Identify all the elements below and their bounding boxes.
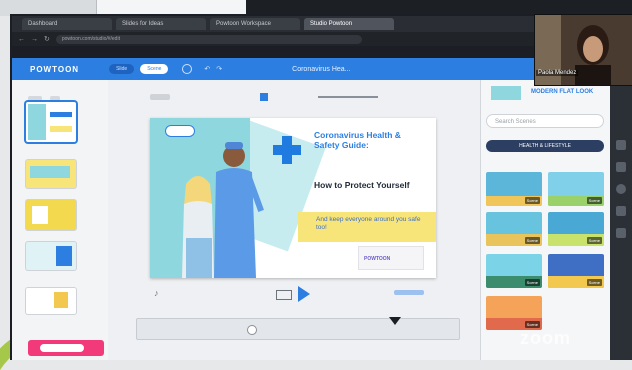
- browser-tab-active[interactable]: Studio Powtoon: [304, 18, 394, 30]
- url-field[interactable]: powtoon.com/studio/#/edit: [55, 34, 362, 44]
- scene-thumbnail[interactable]: Scene: [548, 254, 604, 288]
- participant-name: Paola Mendez: [536, 70, 579, 76]
- media-icon[interactable]: [616, 228, 626, 238]
- slide-thumbnail[interactable]: [26, 242, 76, 270]
- browser-address-bar: ← → ↻ powtoon.com/studio/#/edit: [12, 32, 547, 46]
- doctor-character-illustration: [182, 142, 264, 278]
- undo-icon[interactable]: ↶: [204, 65, 210, 73]
- timeline-handle[interactable]: [247, 325, 257, 335]
- scene-tag: Scene: [524, 197, 540, 204]
- scene-thumbnail[interactable]: Scene: [486, 296, 542, 330]
- scene-tag: Scene: [524, 279, 540, 286]
- zoom-slider[interactable]: [318, 96, 378, 98]
- timeline-track[interactable]: [136, 317, 460, 340]
- volume-icon[interactable]: ♪: [154, 288, 159, 298]
- scenes-icon[interactable]: [616, 140, 626, 150]
- browser-tab-strip: Dashboard Slides for Ideas Powtoon Works…: [12, 16, 552, 32]
- slide-subtitle[interactable]: How to Protect Yourself: [314, 180, 424, 190]
- browser-tab[interactable]: Slides for Ideas: [116, 18, 206, 30]
- add-slide-button[interactable]: [28, 340, 104, 356]
- browser-tab[interactable]: Dashboard: [22, 18, 112, 30]
- playback-controls: ♪: [150, 282, 450, 308]
- scene-search-input[interactable]: Search Scenes: [486, 114, 604, 128]
- mode-scene-button[interactable]: Scene: [140, 64, 169, 74]
- scene-thumbnail[interactable]: Scene: [548, 172, 604, 206]
- add-slide-icon[interactable]: [28, 96, 42, 101]
- frame-back-icon[interactable]: [276, 290, 292, 300]
- screen-share-toolbar[interactable]: [246, 0, 632, 14]
- callout-text[interactable]: And keep everyone around you safe too!: [316, 216, 426, 232]
- slide-thumbnail[interactable]: [26, 160, 76, 188]
- scene-tag: Scene: [524, 237, 540, 244]
- slides-panel-controls: [28, 88, 88, 101]
- scene-thumbnail[interactable]: Scene: [486, 254, 542, 288]
- library-tool-strip: [610, 80, 632, 360]
- scene-tag: Scene: [524, 321, 540, 328]
- aspect-ratio-icon[interactable]: [260, 93, 268, 101]
- slides-panel: [12, 80, 109, 360]
- redo-icon[interactable]: ↷: [216, 65, 222, 73]
- playhead-marker[interactable]: [389, 317, 401, 325]
- canvas-toolbar: [150, 92, 450, 102]
- props-icon[interactable]: [616, 206, 626, 216]
- brand-text: POWTOON: [364, 256, 391, 262]
- text-icon[interactable]: [616, 162, 626, 172]
- slide-title[interactable]: Coronavirus Health & Safety Guide:: [314, 130, 424, 150]
- app-logo: POWTOON: [30, 64, 80, 74]
- scene-tag: Scene: [586, 197, 602, 204]
- library-style-thumbnail[interactable]: [491, 86, 521, 100]
- slide-thumbnail[interactable]: [26, 102, 76, 142]
- scene-thumbnail[interactable]: Scene: [486, 212, 542, 246]
- scene-tag: Scene: [586, 237, 602, 244]
- clock-icon[interactable]: [182, 64, 193, 74]
- library-header: MODERN FLAT LOOK: [531, 89, 594, 95]
- zoom-watermark: zoom: [520, 328, 571, 348]
- background-window: [96, 0, 248, 15]
- medical-cross-icon: [273, 145, 301, 155]
- presentation-title[interactable]: Coronavirus Hea...: [292, 66, 350, 73]
- forward-icon[interactable]: →: [31, 36, 38, 43]
- slide-thumbnail[interactable]: [26, 200, 76, 230]
- scene-thumbnail[interactable]: Scene: [486, 172, 542, 206]
- character-tag[interactable]: [166, 126, 194, 136]
- scene-thumbnail[interactable]: Scene: [548, 212, 604, 246]
- slide-settings-icon[interactable]: [50, 96, 61, 101]
- background-icon[interactable]: [150, 94, 170, 100]
- back-icon[interactable]: ←: [18, 36, 25, 43]
- scene-tag: Scene: [586, 279, 602, 286]
- slide-thumbnail[interactable]: [26, 288, 76, 314]
- duration-readout: [394, 290, 424, 295]
- slide-canvas[interactable]: Coronavirus Health & Safety Guide: How t…: [150, 118, 436, 278]
- characters-icon[interactable]: [616, 184, 626, 194]
- mode-slide-button[interactable]: Slide: [109, 64, 135, 74]
- category-dropdown[interactable]: HEALTH & LIFESTYLE: [486, 140, 604, 152]
- browser-tab[interactable]: Powtoon Workspace: [210, 18, 300, 30]
- reload-icon[interactable]: ↻: [44, 35, 50, 43]
- play-icon[interactable]: [298, 286, 310, 302]
